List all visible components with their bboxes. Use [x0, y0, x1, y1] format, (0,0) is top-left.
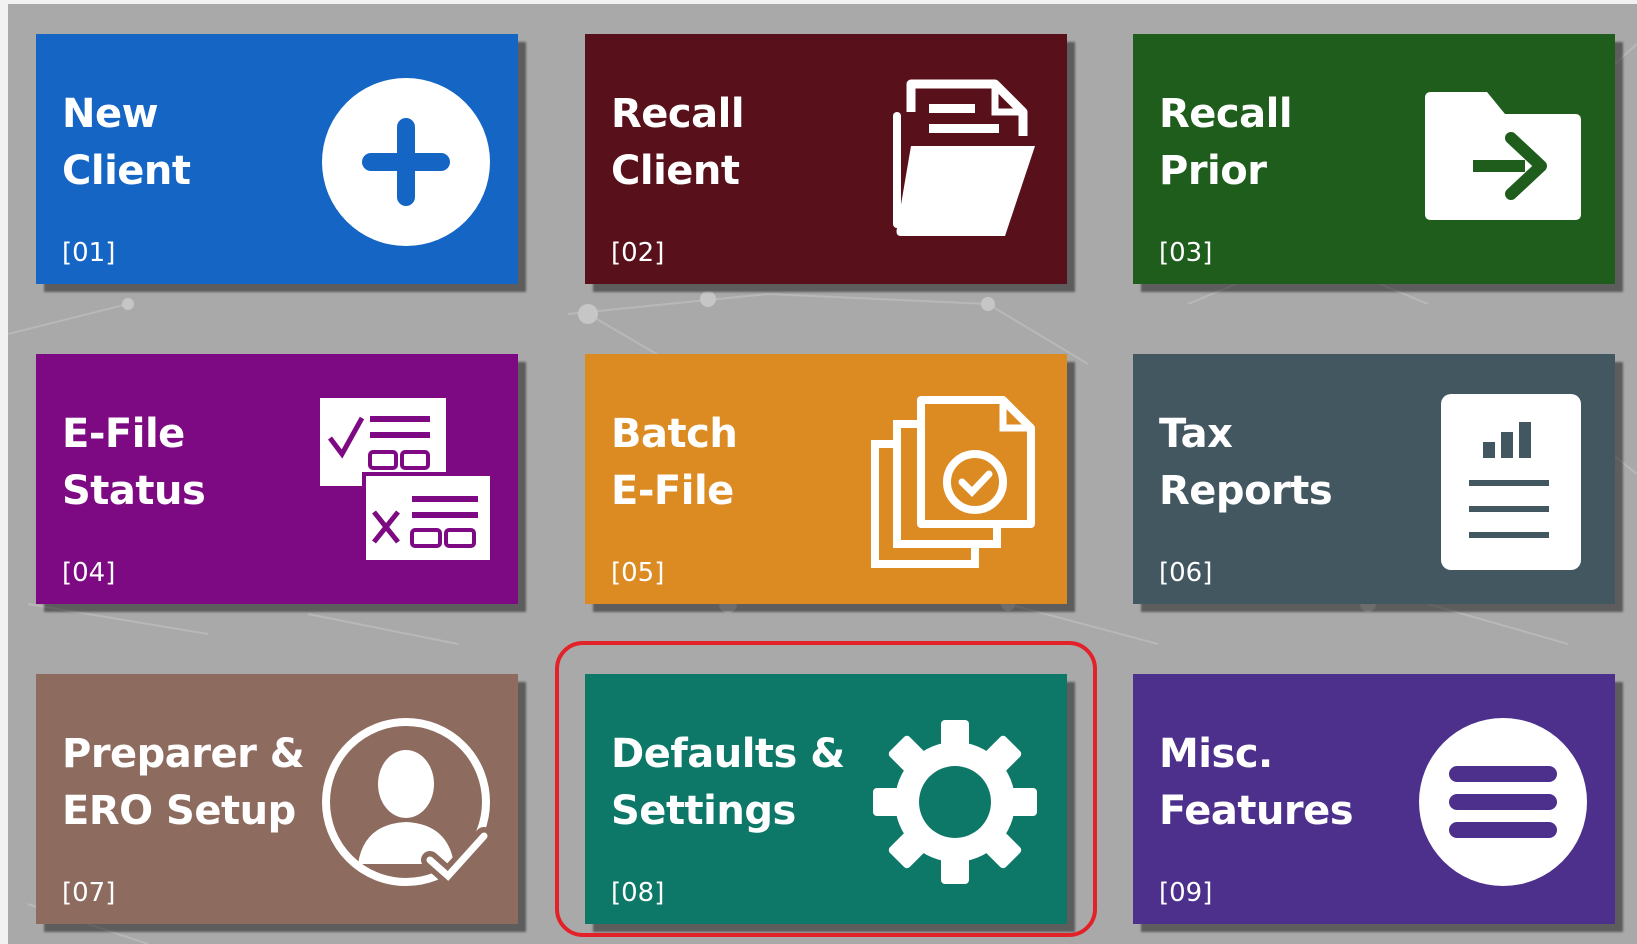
tile-title: Defaults & Settings [611, 726, 871, 840]
tile-title: Batch E-File [611, 406, 871, 520]
tile-shortcut-code: [08] [611, 878, 665, 908]
tile-title-line-2: Reports [1159, 468, 1333, 514]
tile-batch-e-file[interactable]: Batch E-File [05] [585, 354, 1067, 604]
tile-preparer-ero-setup[interactable]: Preparer & ERO Setup [07] [36, 674, 518, 924]
tile-recall-prior[interactable]: Recall Prior [03] [1133, 34, 1615, 284]
tile-shortcut-code: [07] [62, 878, 116, 908]
tile-shortcut-code: [02] [611, 238, 665, 268]
tile-new-client[interactable]: New Client [01] [36, 34, 518, 284]
tile-title: Recall Prior [1159, 86, 1419, 200]
tile-title-line-1: Batch [611, 411, 738, 457]
tile-title: New Client [62, 86, 322, 200]
plus-circle-icon [318, 74, 494, 250]
tile-shortcut-code: [03] [1159, 238, 1213, 268]
tile-shortcut-code: [09] [1159, 878, 1213, 908]
tile-title-line-1: Recall [1159, 91, 1293, 137]
tile-defaults-settings[interactable]: Defaults & Settings [08] [585, 674, 1067, 924]
tile-title-line-2: Client [62, 148, 191, 194]
gear-icon [867, 714, 1043, 890]
tile-misc-features[interactable]: Misc. Features [09] [1133, 674, 1615, 924]
checklist-forms-icon [318, 394, 494, 570]
tile-recall-client[interactable]: Recall Client [02] [585, 34, 1067, 284]
tile-shortcut-code: [05] [611, 558, 665, 588]
folder-arrow-icon [1415, 74, 1591, 250]
tile-title: Preparer & ERO Setup [62, 726, 322, 840]
open-folder-document-icon [867, 74, 1043, 250]
tile-title-line-2: Settings [611, 788, 796, 834]
user-check-icon [318, 714, 494, 890]
tile-shortcut-code: [01] [62, 238, 116, 268]
tile-title-line-1: Recall [611, 91, 745, 137]
tile-title-line-1: Defaults & [611, 731, 845, 777]
tile-title-line-2: Status [62, 468, 206, 514]
report-chart-icon [1415, 394, 1591, 570]
tile-title-line-2: Client [611, 148, 740, 194]
hamburger-menu-icon [1415, 714, 1591, 890]
tile-title: Tax Reports [1159, 406, 1419, 520]
tile-e-file-status[interactable]: E-File Status [04] [36, 354, 518, 604]
tile-title-line-1: Misc. [1159, 731, 1273, 777]
tile-title: Recall Client [611, 86, 871, 200]
tile-title-line-1: Tax [1159, 411, 1233, 457]
tile-shortcut-code: [04] [62, 558, 116, 588]
tile-title-line-1: Preparer & [62, 731, 305, 777]
tile-title-line-2: E-File [611, 468, 734, 514]
tile-title: E-File Status [62, 406, 322, 520]
stacked-documents-check-icon [867, 394, 1043, 570]
tile-tax-reports[interactable]: Tax Reports [06] [1133, 354, 1615, 604]
tile-title-line-2: Prior [1159, 148, 1267, 194]
tile-title-line-1: New [62, 91, 159, 137]
tile-title: Misc. Features [1159, 726, 1419, 840]
tile-title-line-2: ERO Setup [62, 788, 296, 834]
tile-shortcut-code: [06] [1159, 558, 1213, 588]
tile-title-line-1: E-File [62, 411, 185, 457]
tile-title-line-2: Features [1159, 788, 1354, 834]
